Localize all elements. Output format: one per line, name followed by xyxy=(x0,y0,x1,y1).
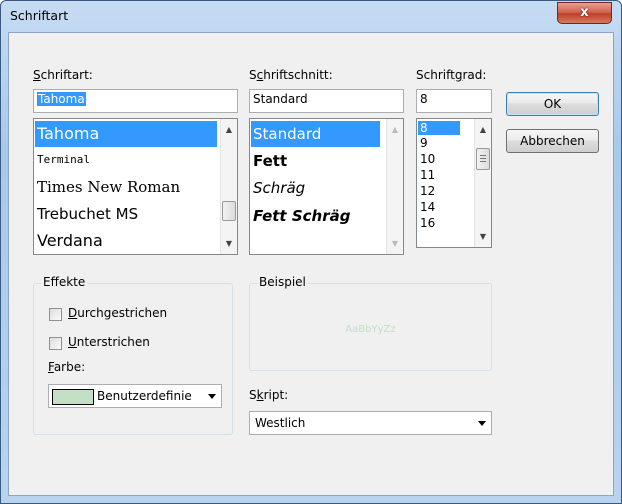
scroll-down-icon[interactable]: ▼ xyxy=(387,235,403,252)
size-list-item[interactable]: 9 xyxy=(418,135,428,151)
style-list-item-italic[interactable]: Schräg xyxy=(251,175,305,201)
font-list[interactable]: Tahoma Terminal Times New Roman Trebuche… xyxy=(33,118,238,255)
dialog-client-area: Schriftart: Tahoma Tahoma Terminal Times… xyxy=(8,32,614,496)
script-label: Skript: xyxy=(249,388,289,402)
font-input[interactable]: Tahoma xyxy=(33,89,238,113)
color-label: Farbe: xyxy=(48,360,86,374)
scroll-up-icon[interactable]: ▲ xyxy=(387,121,403,138)
scroll-up-icon[interactable]: ▲ xyxy=(221,121,237,138)
style-input[interactable]: Standard xyxy=(249,89,404,113)
scroll-down-icon[interactable]: ▼ xyxy=(221,235,237,252)
size-input[interactable]: 8 xyxy=(416,89,492,113)
ok-button[interactable]: OK xyxy=(506,92,599,116)
script-dropdown[interactable]: Westlich xyxy=(249,411,492,435)
scroll-thumb[interactable] xyxy=(222,201,236,221)
style-list[interactable]: Standard Fett Schräg Fett Schräg ▲ ▼ xyxy=(249,118,404,255)
style-input-value: Standard xyxy=(253,92,308,106)
window-title: Schriftart xyxy=(10,8,69,23)
style-list-item-bold-italic[interactable]: Fett Schräg xyxy=(251,203,350,229)
chevron-down-icon xyxy=(478,421,486,426)
font-list-item-tahoma[interactable]: Tahoma xyxy=(35,121,217,147)
font-dialog-window: Schriftart x Schriftart: Tahoma Tahoma T… xyxy=(0,0,622,504)
color-swatch xyxy=(52,389,94,405)
font-list-item-times-new-roman[interactable]: Times New Roman xyxy=(35,174,180,200)
underline-label[interactable]: Unterstrichen xyxy=(68,335,150,349)
size-label: Schriftgrad: xyxy=(416,68,487,82)
title-bar[interactable]: Schriftart x xyxy=(1,1,621,31)
style-list-scrollbar[interactable]: ▲ ▼ xyxy=(386,119,403,254)
font-list-item-trebuchet-ms[interactable]: Trebuchet MS xyxy=(35,201,138,227)
cancel-button[interactable]: Abbrechen xyxy=(506,129,599,153)
font-label: Schriftart: xyxy=(33,68,93,82)
close-button[interactable]: x xyxy=(557,2,612,24)
font-list-scrollbar[interactable]: ▲ ▼ xyxy=(220,119,237,254)
sample-preview-text: AaBbYyZz xyxy=(345,324,396,335)
style-list-item-bold[interactable]: Fett xyxy=(251,148,287,174)
size-list-item[interactable]: 10 xyxy=(418,151,435,167)
size-list-item[interactable]: 12 xyxy=(418,183,435,199)
scroll-up-icon[interactable]: ▲ xyxy=(475,121,491,138)
sample-group-title: Beispiel xyxy=(257,275,308,289)
size-list-scrollbar[interactable]: ▲ ▼ xyxy=(474,119,491,247)
strikethrough-checkbox[interactable] xyxy=(49,308,62,321)
strikethrough-label[interactable]: Durchgestrichen xyxy=(68,306,167,320)
font-input-value: Tahoma xyxy=(37,92,86,106)
font-list-item-terminal[interactable]: Terminal xyxy=(35,150,90,170)
underline-checkbox[interactable] xyxy=(49,337,62,350)
font-list-item-verdana[interactable]: Verdana xyxy=(35,228,103,254)
color-value: Benutzerdefinie xyxy=(97,389,192,403)
size-list-item[interactable]: 14 xyxy=(418,199,435,215)
size-list-item[interactable]: 8 xyxy=(418,121,460,135)
style-list-item-standard[interactable]: Standard xyxy=(251,121,380,147)
script-value: Westlich xyxy=(255,416,306,430)
effects-group-title: Effekte xyxy=(41,275,88,289)
size-list-item[interactable]: 16 xyxy=(418,215,435,231)
size-list-item[interactable]: 11 xyxy=(418,167,435,183)
scroll-down-icon[interactable]: ▼ xyxy=(475,228,491,245)
chevron-down-icon xyxy=(208,394,216,399)
size-input-value: 8 xyxy=(420,92,428,106)
size-list[interactable]: 8 9 10 11 12 14 16 ▲ ▼ xyxy=(416,118,492,248)
close-icon: x xyxy=(580,5,589,20)
scroll-thumb[interactable] xyxy=(476,148,490,170)
color-dropdown[interactable]: Benutzerdefinie xyxy=(48,384,222,408)
style-label: Schriftschnitt: xyxy=(249,68,333,82)
